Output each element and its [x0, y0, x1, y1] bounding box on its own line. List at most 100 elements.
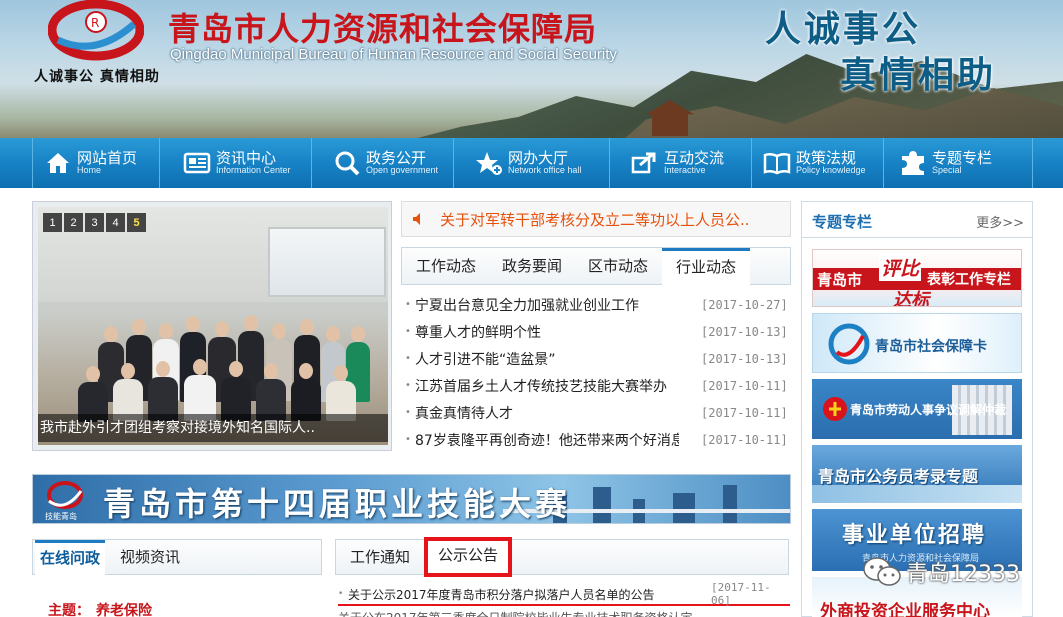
nav-sublabel: Network office hall: [508, 165, 582, 176]
news-date: [2017-10-11]: [701, 432, 788, 447]
list-item[interactable]: • 真金真情待人才 [2017-10-11]: [405, 399, 790, 426]
nav-sublabel: Special: [932, 165, 962, 176]
tab-work-notice[interactable]: 工作通知: [350, 540, 410, 575]
promo-award-standard: 达标: [893, 290, 929, 307]
nav-item-open-government[interactable]: 政务公开 Open government: [312, 138, 454, 188]
slideshow-pager: 1 2 3 4 5: [43, 213, 146, 232]
announcement-list: • 关于公示2017年度青岛市积分落户拟落户人员名单的公告 [2017-11-06]: [338, 581, 790, 607]
news-slideshow: 1 2 3 4 5 我市赴外引才团组考察对接境外知名国际人..: [32, 201, 392, 451]
notice-ticker: 关于对军转干部考核分及立二等功以上人员公..: [401, 201, 791, 237]
wechat-watermark: 青岛12333: [862, 556, 1020, 588]
inquiry-topic[interactable]: 主题： 养老保险: [48, 600, 152, 617]
speaker-icon: [413, 213, 420, 225]
news-date: [2017-10-13]: [701, 324, 788, 339]
bureau-emblem-icon[interactable]: R: [48, 0, 144, 62]
list-item[interactable]: • 尊重人才的鲜明个性 [2017-10-13]: [405, 318, 790, 345]
puzzle-icon: [898, 148, 928, 178]
tab-government-news[interactable]: 政务要闻: [494, 248, 570, 285]
slideshow-page-1[interactable]: 1: [43, 213, 62, 232]
slideshow-page-2[interactable]: 2: [64, 213, 83, 232]
news-title[interactable]: 87岁袁隆平再创奇迹！他还带来两个好消息..: [415, 430, 679, 450]
main-navigation: 网站首页 Home 资讯中心 Information Center 政务公开 Open…: [0, 138, 1063, 188]
nav-item-interactive[interactable]: 互动交流 Interactive: [610, 138, 752, 188]
news-title[interactable]: 宁夏出台意见全力加强就业创业工作: [415, 295, 679, 315]
nav-item-special[interactable]: 专题专栏 Special: [884, 138, 1033, 188]
news-date: [2017-10-27]: [701, 297, 788, 312]
nav-sublabel: Interactive: [664, 165, 706, 176]
tab-industry-news[interactable]: 行业动态: [662, 248, 750, 285]
tab-video-news[interactable]: 视频资讯: [115, 540, 185, 575]
news-title[interactable]: 真金真情待人才: [415, 403, 679, 423]
more-link[interactable]: 更多>>: [976, 212, 1024, 231]
list-item[interactable]: • 江苏首届乡土人才传统技艺技能大赛举办 [2017-10-11]: [405, 372, 790, 399]
social-security-logo-icon: [828, 323, 870, 365]
tab-district-news[interactable]: 区市动态: [580, 248, 656, 285]
nav-item-policy-knowledge[interactable]: 政策法规 Policy knowledge: [752, 138, 884, 188]
tab-online-inquiry[interactable]: 在线问政: [35, 540, 105, 575]
promo-award-city: 青岛市: [817, 271, 863, 289]
nav-sublabel: Information Center: [216, 165, 291, 176]
promo-social-security-text: 青岛市社会保障卡: [875, 339, 987, 355]
nav-item-home[interactable]: 网站首页 Home: [32, 138, 160, 188]
nav-label: 专题专栏: [932, 148, 993, 167]
list-item[interactable]: • 人才引进不能“造盆景” [2017-10-13]: [405, 345, 790, 372]
tab-public-announcement[interactable]: 公示公告: [424, 537, 513, 577]
site-title-english: Qingdao Municipal Bureau of Human Resour…: [170, 46, 617, 63]
list-item[interactable]: • 87岁袁隆平再创奇迹！他还带来两个好消息.. [2017-10-11]: [405, 426, 790, 453]
nav-item-information-center[interactable]: 资讯中心 Information Center: [160, 138, 312, 188]
skills-banner-title: 青岛市第十四届职业技能大赛: [103, 485, 572, 523]
topic-value[interactable]: 养老保险: [96, 603, 152, 617]
promo-civil-servant-text: 青岛市公务员考录专题: [818, 467, 979, 486]
promo-labor-arbitration[interactable]: 青岛市劳动人事争议调解仲裁: [812, 379, 1022, 439]
skills-competition-banner[interactable]: 技能青岛 青岛市第十四届职业技能大赛: [32, 474, 791, 524]
nav-item-network-office-hall[interactable]: 网办大厅 Network office hall: [454, 138, 610, 188]
skills-logo: 技能青岛: [43, 479, 87, 521]
promo-recruitment-text: 事业单位招聘: [842, 523, 987, 548]
nav-label: 资讯中心: [216, 148, 277, 167]
wechat-icon: [863, 557, 901, 586]
list-item[interactable]: • 关于公示2017年度青岛市积分落户拟落户人员名单的公告 [2017-11-06]: [338, 581, 790, 607]
news-icon: [182, 148, 212, 178]
special-column: 专题专栏 更多>> 青岛市 评比 表彰工作专栏 达标 青岛市社会保障卡 青岛市劳…: [801, 201, 1033, 617]
slideshow-page-3[interactable]: 3: [85, 213, 104, 232]
promo-labor-arbitration-text: 青岛市劳动人事争议调解仲裁: [850, 403, 1007, 417]
special-column-header: 专题专栏 更多>>: [802, 202, 1032, 238]
promo-award-title: 表彰工作专栏: [927, 272, 1011, 288]
announcement-row-partial[interactable]: 关于公布2017年第三季度全日制院校毕业生专业技术职务资格认定: [338, 609, 790, 617]
list-item[interactable]: • 宁夏出台意见全力加强就业创业工作 [2017-10-27]: [405, 291, 790, 318]
promo-award-column[interactable]: 青岛市 评比 表彰工作专栏 达标: [812, 249, 1022, 307]
news-date: [2017-10-11]: [701, 405, 788, 420]
news-tab-bar: 工作动态 政务要闻 区市动态 行业动态: [401, 247, 791, 285]
nav-label: 互动交流: [664, 148, 725, 167]
nav-sublabel: Home: [77, 165, 102, 176]
nav-label: 网办大厅: [508, 148, 569, 167]
promo-social-security-card[interactable]: 青岛市社会保障卡: [812, 313, 1022, 373]
slideshow-photo[interactable]: [38, 207, 388, 445]
notice-link[interactable]: 关于对军转干部考核分及立二等功以上人员公..: [440, 209, 750, 230]
news-title[interactable]: 人才引进不能“造盆景”: [415, 349, 679, 369]
nav-label: 政务公开: [366, 148, 427, 167]
news-title[interactable]: 尊重人才的鲜明个性: [415, 322, 679, 342]
slideshow-page-4[interactable]: 4: [106, 213, 125, 232]
work-notice-tab-bar: 工作通知 公示公告: [335, 537, 789, 577]
book-icon: [762, 148, 792, 178]
star-icon: [474, 148, 504, 178]
header-banner: R 人诚事公 真情相助 青岛市人力资源和社会保障局 Qingdao Munici…: [0, 0, 1063, 138]
national-emblem-icon: [823, 397, 847, 421]
promo-civil-servant-exam[interactable]: 青岛市公务员考录专题: [812, 445, 1022, 503]
news-list: • 宁夏出台意见全力加强就业创业工作 [2017-10-27] • 尊重人才的鲜明个性…: [405, 291, 790, 453]
tab-work-news[interactable]: 工作动态: [408, 248, 484, 285]
news-title[interactable]: 江苏首届乡土人才传统技艺技能大赛举办: [415, 376, 679, 396]
share-icon: [630, 148, 660, 178]
news-date: [2017-10-11]: [701, 378, 788, 393]
promo-award-appraisal: 评比: [879, 254, 922, 281]
home-icon: [43, 148, 73, 178]
header-slogan-right-line1: 人诚事公: [765, 8, 922, 50]
promo-foreign-investment-text: 外商投资企业服务中心: [820, 602, 990, 617]
slideshow-page-5[interactable]: 5: [127, 213, 146, 232]
slideshow-caption[interactable]: 我市赴外引才团组考察对接境外知名国际人..: [38, 414, 388, 442]
announcement-title[interactable]: 关于公示2017年度青岛市积分落户拟落户人员名单的公告: [348, 586, 686, 603]
header-slogan-right-line2: 真情相助: [840, 54, 997, 96]
topic-label: 主题：: [48, 603, 90, 617]
site-title[interactable]: 青岛市人力资源和社会保障局: [168, 4, 597, 50]
